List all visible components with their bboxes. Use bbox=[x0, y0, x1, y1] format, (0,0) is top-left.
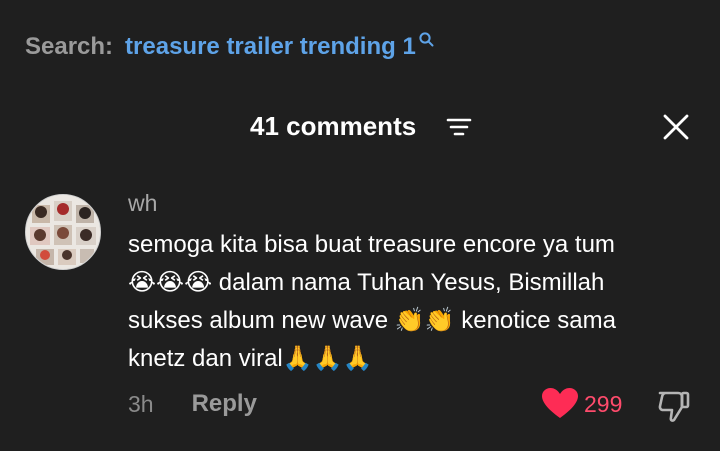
comment-meta: 3h Reply bbox=[128, 387, 257, 421]
comments-screen: Search: treasure trailer trending 1 41 c… bbox=[0, 0, 720, 451]
comments-header: 41 comments bbox=[0, 105, 720, 147]
comment-text-line: knetz dan viral🙏🙏🙏 bbox=[128, 345, 373, 372]
like-count: 299 bbox=[584, 390, 623, 417]
comment-text-line: semoga kita bisa buat treasure encore ya… bbox=[128, 231, 615, 258]
comments-count-title: 41 comments bbox=[250, 111, 417, 141]
comment-text-line: sukses album new wave 👏👏 kenotice sama bbox=[128, 307, 616, 334]
reply-button[interactable]: Reply bbox=[192, 390, 257, 418]
search-icon[interactable] bbox=[418, 31, 434, 47]
avatar[interactable] bbox=[25, 194, 101, 270]
like-button[interactable]: 299 bbox=[542, 387, 622, 421]
avatar-collage-image bbox=[26, 195, 100, 269]
search-bar[interactable]: Search: treasure trailer trending 1 bbox=[25, 30, 434, 64]
comment-timestamp: 3h bbox=[128, 390, 154, 417]
comment-username[interactable]: wh bbox=[128, 190, 157, 217]
thumbs-down-icon[interactable] bbox=[656, 389, 692, 423]
close-icon[interactable] bbox=[662, 113, 690, 141]
heart-icon bbox=[542, 388, 578, 418]
search-label: Search: bbox=[25, 33, 114, 60]
comment-text: semoga kita bisa buat treasure encore ya… bbox=[128, 226, 688, 378]
search-query[interactable]: treasure trailer trending 1 bbox=[125, 33, 416, 61]
filter-icon[interactable] bbox=[446, 115, 472, 139]
comment-text-line: 😭😭😭 dalam nama Tuhan Yesus, Bismillah bbox=[128, 269, 605, 296]
